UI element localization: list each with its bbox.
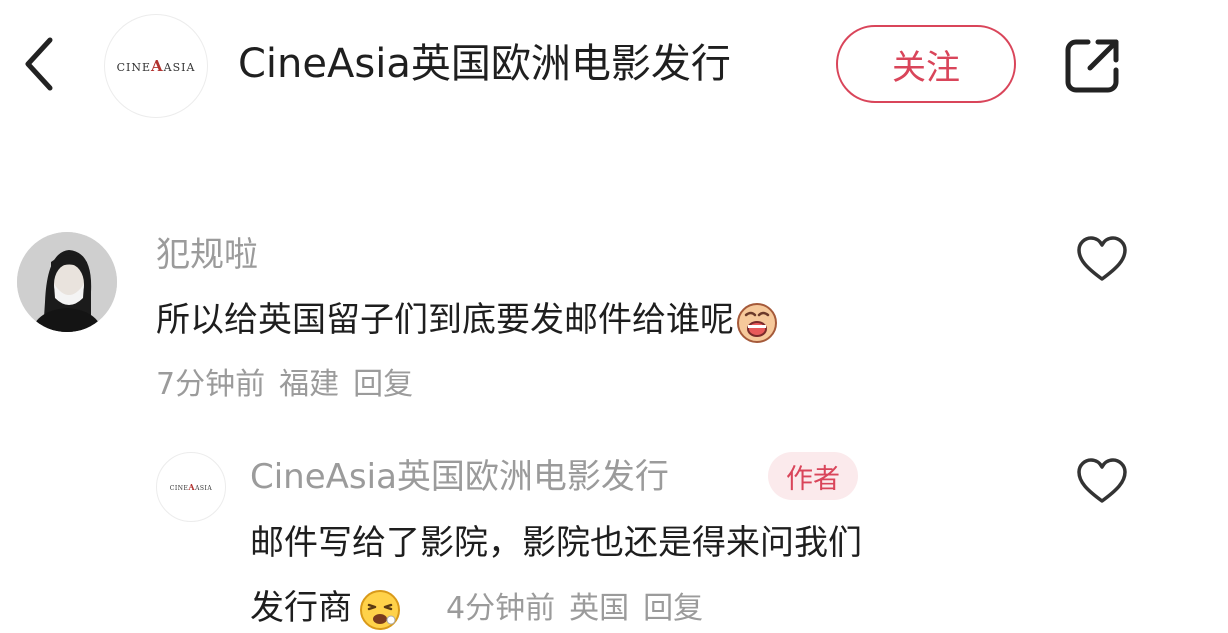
like-button[interactable] — [1075, 456, 1129, 506]
share-icon — [1065, 39, 1119, 93]
reply-button[interactable]: 回复 — [353, 367, 413, 402]
user-avatar-image — [17, 232, 117, 332]
reply-button[interactable]: 回复 — [643, 591, 703, 626]
logo-wordmark: CINEAASIA — [116, 57, 196, 75]
comment-meta: 7分钟前 福建 回复 — [156, 362, 427, 408]
follow-button[interactable]: 关注 — [836, 25, 1016, 103]
comment-location: 福建 — [279, 367, 340, 402]
account-logo[interactable]: CINEAASIA — [104, 14, 208, 118]
comment-text-continued: 发行商 — [250, 583, 402, 633]
like-button[interactable] — [1075, 234, 1129, 284]
comment-username[interactable]: 犯规啦 — [156, 232, 258, 278]
heart-icon — [1077, 458, 1127, 503]
tired-face-icon — [360, 589, 400, 630]
avatar[interactable]: CINEAASIA — [156, 452, 226, 522]
comment-text: 邮件写给了影院，影院也还是得来问我们 — [250, 523, 862, 563]
account-name[interactable]: CineAsia英国欧洲电影发行 — [238, 36, 731, 92]
comment-meta: 4分钟前 英国 回复 — [446, 586, 717, 632]
comment-location: 英国 — [569, 591, 630, 626]
share-button[interactable] — [1062, 34, 1124, 96]
crying-face-icon — [737, 302, 777, 343]
comment-time: 4分钟前 — [446, 591, 556, 626]
back-button[interactable] — [18, 32, 62, 96]
avatar[interactable] — [17, 232, 117, 332]
heart-icon — [1077, 236, 1127, 281]
author-badge: 作者 — [768, 452, 858, 500]
logo-wordmark: CINEAASIA — [169, 482, 213, 492]
back-arrow-icon — [25, 37, 53, 91]
comment-username[interactable]: CineAsia英国欧洲电影发行 — [250, 454, 669, 500]
comment-time: 7分钟前 — [156, 367, 266, 402]
comment-text: 所以给英国留子们到底要发邮件给谁呢 — [156, 295, 780, 345]
